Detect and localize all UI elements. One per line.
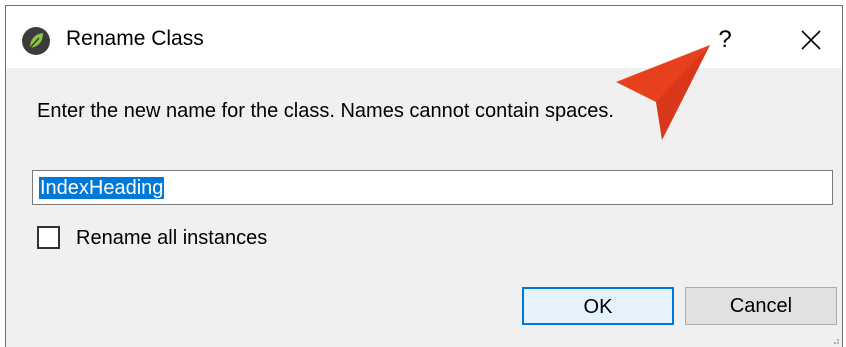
dialog-title: Rename Class [66,27,204,50]
leaf-app-icon [22,27,50,55]
ok-button[interactable]: OK [522,287,674,325]
rename-all-label[interactable]: Rename all instances [76,225,267,251]
close-icon [801,30,821,50]
pointer-arrow-icon [616,45,710,140]
close-button[interactable] [786,20,836,60]
cancel-button[interactable]: Cancel [685,287,837,325]
rename-all-checkbox[interactable] [37,226,60,249]
instruction-text: Enter the new name for the class. Names … [37,100,614,122]
class-name-input[interactable]: IndexHeading [32,170,833,205]
class-name-value[interactable]: IndexHeading [39,177,165,199]
resize-grip-icon[interactable] [832,337,840,345]
